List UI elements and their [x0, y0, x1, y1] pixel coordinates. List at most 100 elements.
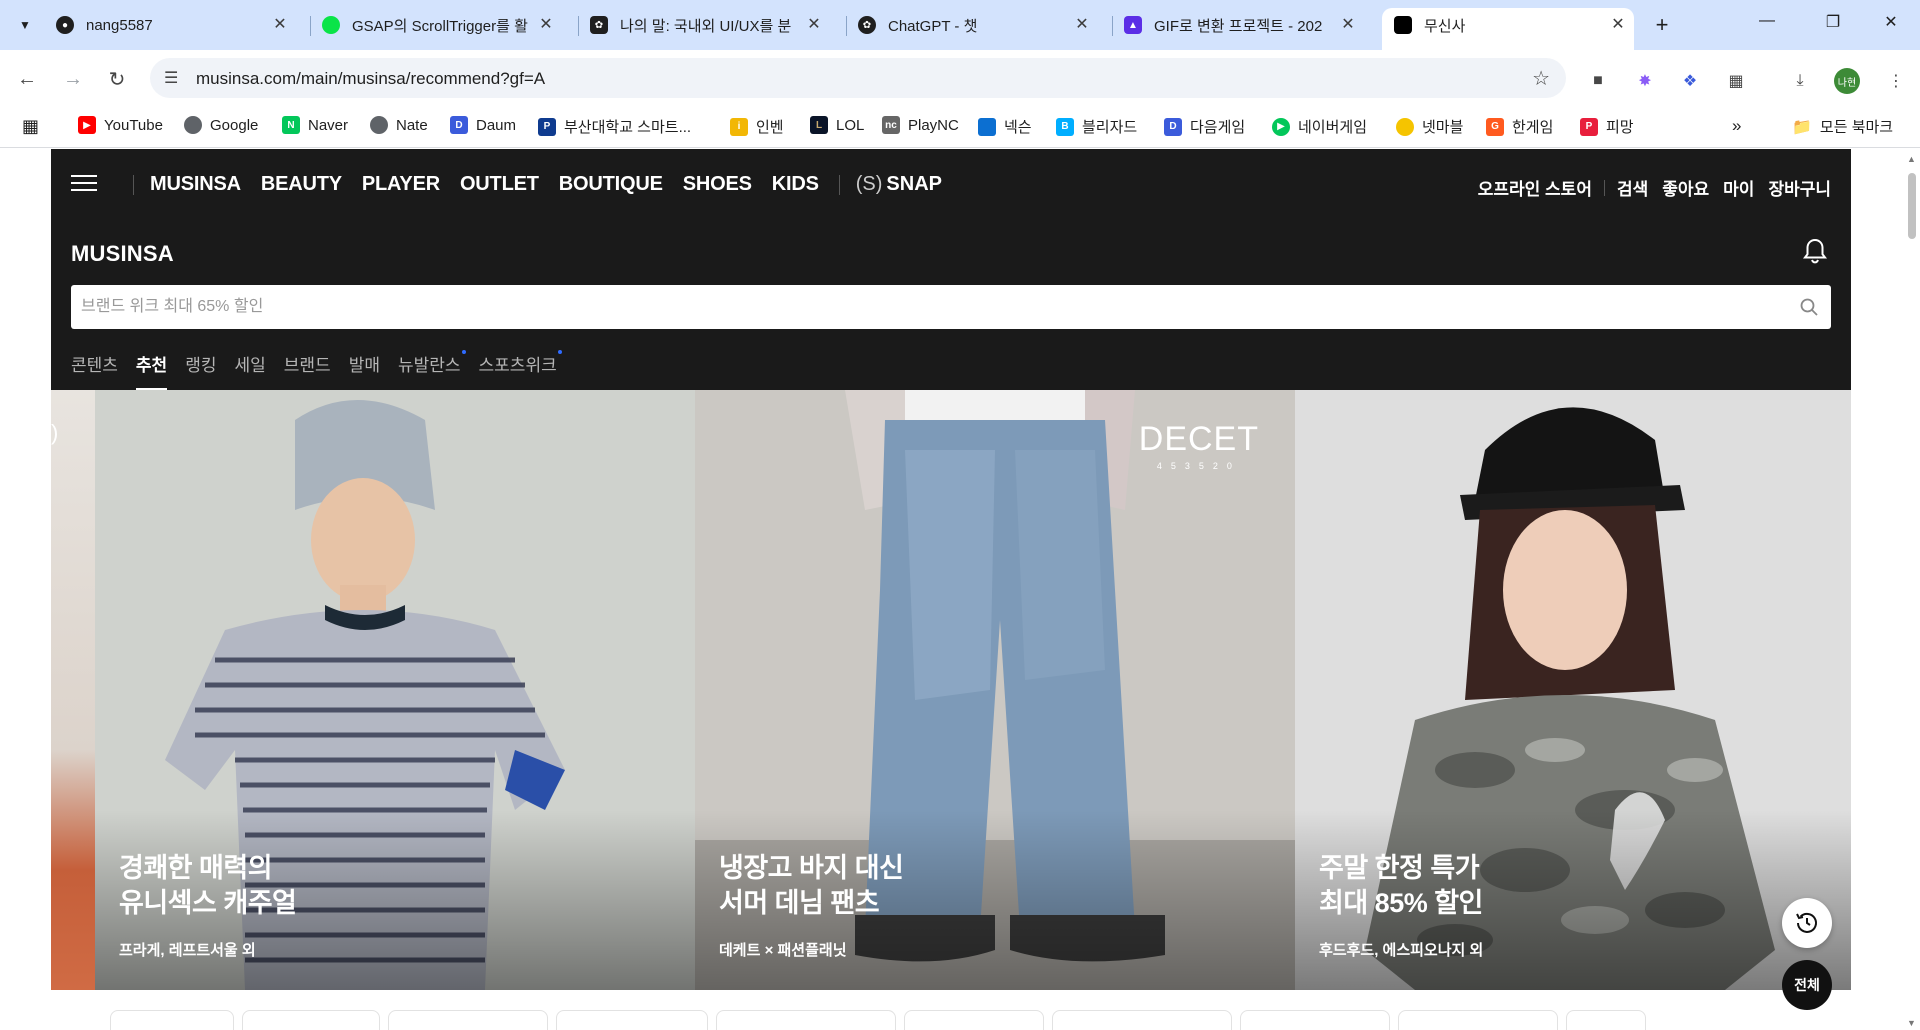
- download-icon[interactable]: ⤓: [1788, 69, 1812, 93]
- restore-icon[interactable]: ❐: [1818, 12, 1848, 32]
- naver-icon: N: [282, 116, 300, 134]
- hamburger-menu-icon[interactable]: [71, 175, 97, 195]
- tab-recommend[interactable]: 추천: [135, 351, 168, 390]
- search-input[interactable]: [81, 285, 1781, 329]
- back-arrow-icon[interactable]: ←: [10, 62, 44, 96]
- search-icon[interactable]: [1799, 297, 1819, 317]
- nav-snap[interactable]: (S) SNAP: [856, 173, 942, 196]
- bookmark-navergame[interactable]: ▶ 네이버게임: [1272, 116, 1367, 137]
- previous-banner-peek[interactable]: ): [51, 390, 95, 990]
- tab-chatgpt-2[interactable]: ✿ ChatGPT - 챗 ✕: [858, 8, 1098, 42]
- site-settings-icon[interactable]: ☰: [164, 68, 178, 88]
- close-tab-icon[interactable]: ✕: [1338, 15, 1358, 35]
- profile-avatar[interactable]: 나현: [1834, 68, 1860, 94]
- bookmark-lol[interactable]: L LOL: [810, 116, 864, 134]
- tab-sale[interactable]: 세일: [234, 351, 265, 390]
- shortcut-chip[interactable]: [904, 1010, 1044, 1030]
- recent-history-button[interactable]: [1782, 898, 1832, 948]
- bell-icon[interactable]: [1799, 235, 1831, 267]
- shortcut-chip[interactable]: [556, 1010, 708, 1030]
- close-tab-icon[interactable]: ✕: [1608, 15, 1628, 35]
- like-link[interactable]: 좋아요: [1662, 175, 1709, 200]
- tab-github[interactable]: ● nang5587 ✕: [56, 8, 296, 42]
- tab-contents[interactable]: 콘텐츠: [71, 351, 118, 390]
- minimize-icon[interactable]: —: [1752, 12, 1782, 30]
- banner-unisex-casual[interactable]: 경쾌한 매력의 유니섹스 캐주얼 프라게, 레프트서울 외: [95, 390, 695, 990]
- bookmark-google[interactable]: Google: [184, 116, 258, 134]
- extensions-icon[interactable]: ▦: [1724, 69, 1748, 93]
- musinsa-logo[interactable]: MUSINSA: [71, 241, 174, 267]
- scroll-up-arrow-icon[interactable]: ▲: [1907, 154, 1916, 164]
- bookmark-pmang[interactable]: P 피망: [1580, 116, 1634, 137]
- tab-musinsa-active[interactable]: 무신사 ✕: [1382, 8, 1634, 50]
- video-extension-icon[interactable]: ■: [1586, 69, 1610, 93]
- tab-search-chevron-down-icon[interactable]: ▼: [10, 10, 40, 40]
- shortcut-chip[interactable]: [1052, 1010, 1232, 1030]
- tab-ranking[interactable]: 랭킹: [185, 351, 216, 390]
- all-bookmarks[interactable]: 📁 모든 북마크: [1792, 116, 1893, 137]
- search-link[interactable]: 검색: [1617, 175, 1648, 200]
- close-tab-icon[interactable]: ✕: [1072, 15, 1092, 35]
- url-text[interactable]: musinsa.com/main/musinsa/recommend?gf=A: [196, 69, 545, 89]
- forward-arrow-icon[interactable]: →: [56, 62, 90, 96]
- nav-outlet[interactable]: OUTLET: [460, 173, 539, 196]
- shortcut-chip[interactable]: [1566, 1010, 1646, 1030]
- page-scrollbar[interactable]: ▲ ▼: [1904, 149, 1920, 1030]
- bookmark-youtube[interactable]: ▶ YouTube: [78, 116, 163, 134]
- shortcut-chip[interactable]: [1240, 1010, 1390, 1030]
- nav-player[interactable]: PLAYER: [362, 173, 440, 196]
- bookmark-label: Nate: [396, 116, 428, 134]
- apps-grid-icon[interactable]: ▦: [22, 116, 39, 137]
- tab-newbalance[interactable]: 뉴발란스: [398, 350, 466, 390]
- translate-extension-icon[interactable]: ❖: [1678, 69, 1702, 93]
- banner-caption: 냉장고 바지 대신 서머 데님 팬츠 데케트 × 패션플래닛: [719, 851, 904, 960]
- all-menu-button[interactable]: 전체: [1782, 960, 1832, 1010]
- bookmark-plaync[interactable]: nc PlayNC: [882, 116, 959, 134]
- bookmark-star-icon[interactable]: ☆: [1532, 66, 1550, 91]
- bookmark-blizzard[interactable]: B 블리자드: [1056, 116, 1137, 137]
- more-menu-icon[interactable]: ⋮: [1884, 69, 1908, 93]
- shortcut-chip[interactable]: [110, 1010, 234, 1030]
- tab-gif-project[interactable]: ▲ GIF로 변환 프로젝트 - 202 ✕: [1124, 8, 1364, 42]
- banner-weekend-sale[interactable]: 주말 한정 특가 최대 85% 할인 후드후드, 에스피오나지 외: [1295, 390, 1851, 990]
- my-page-link[interactable]: 마이: [1723, 175, 1754, 200]
- bookmark-hangame[interactable]: G 한게임: [1486, 116, 1553, 137]
- bookmark-netmarble[interactable]: 넷마블: [1396, 116, 1463, 137]
- cart-link[interactable]: 장바구니: [1768, 175, 1831, 200]
- bookmark-nate[interactable]: Nate: [370, 116, 428, 134]
- bookmark-daum[interactable]: D Daum: [450, 116, 516, 134]
- shortcut-chip[interactable]: [1398, 1010, 1558, 1030]
- tab-sportsweek[interactable]: 스포츠위크: [479, 350, 562, 390]
- scroll-down-arrow-icon[interactable]: ▼: [1907, 1018, 1916, 1028]
- nav-beauty[interactable]: BEAUTY: [261, 173, 342, 196]
- reload-icon[interactable]: ↻: [100, 62, 134, 96]
- nav-kids[interactable]: KIDS: [772, 173, 819, 196]
- nav-divider: [838, 174, 840, 195]
- more-bookmarks-chevron-icon[interactable]: »: [1732, 116, 1741, 136]
- address-bar[interactable]: ☰ musinsa.com/main/musinsa/recommend?gf=…: [150, 58, 1566, 98]
- offline-store-link[interactable]: 오프라인 스토어: [1478, 175, 1592, 200]
- bookmark-naver[interactable]: N Naver: [282, 116, 348, 134]
- puzzle-ai-extension-icon[interactable]: ✸: [1633, 69, 1657, 93]
- bookmark-inven[interactable]: i 인벤: [730, 116, 784, 137]
- window-close-icon[interactable]: ✕: [1876, 12, 1906, 32]
- bookmark-nexon[interactable]: 넥슨: [978, 116, 1032, 137]
- bookmark-pnu[interactable]: P 부산대학교 스마트...: [538, 116, 691, 137]
- nav-musinsa[interactable]: MUSINSA: [150, 173, 241, 196]
- nav-shoes[interactable]: SHOES: [683, 173, 752, 196]
- tab-gsap[interactable]: GSAP의 ScrollTrigger를 활 ✕: [322, 8, 562, 42]
- banner-summer-denim[interactable]: DECET 453520 냉장고 바지 대신 서머 데님 팬츠 데케트 × 패션…: [695, 390, 1295, 990]
- scrollbar-thumb[interactable]: [1908, 173, 1916, 239]
- shortcut-chip[interactable]: [242, 1010, 380, 1030]
- close-tab-icon[interactable]: ✕: [270, 15, 290, 35]
- shortcut-chip[interactable]: [716, 1010, 896, 1030]
- tab-chatgpt-1[interactable]: ✿ 나의 말: 국내외 UI/UX를 분 ✕: [590, 8, 830, 42]
- tab-release[interactable]: 발매: [349, 351, 380, 390]
- close-tab-icon[interactable]: ✕: [536, 15, 556, 35]
- tab-brand[interactable]: 브랜드: [284, 351, 331, 390]
- nav-boutique[interactable]: BOUTIQUE: [559, 173, 663, 196]
- new-tab-plus-icon[interactable]: +: [1648, 12, 1676, 38]
- bookmark-daumgame[interactable]: D 다음게임: [1164, 116, 1245, 137]
- close-tab-icon[interactable]: ✕: [804, 15, 824, 35]
- shortcut-chip[interactable]: [388, 1010, 548, 1030]
